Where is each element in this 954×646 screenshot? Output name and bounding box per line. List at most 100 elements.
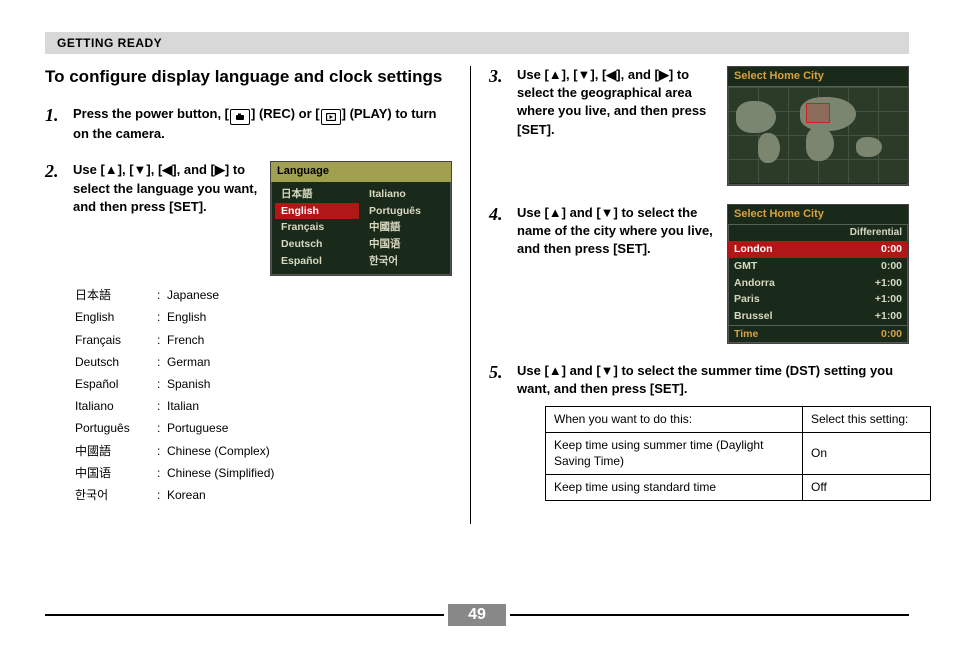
language-english: Korean (167, 484, 206, 506)
world-map-graphic (728, 87, 908, 183)
language-english: French (167, 329, 204, 351)
lcd-city-name: Paris (734, 292, 760, 307)
language-native: Français (75, 329, 157, 351)
step-1: 1. Press the power button, [ ] (REC) or [… (45, 105, 452, 143)
language-native: 中国语 (75, 462, 157, 484)
lcd-map-title: Select Home City (728, 67, 908, 87)
language-native: 한국어 (75, 484, 157, 506)
footer-rule-right (510, 614, 909, 616)
language-native: English (75, 306, 157, 328)
language-row: 한국어: Korean (75, 484, 452, 506)
section-header: GETTING READY (45, 32, 909, 54)
lcd-lang-item: Italiano (363, 186, 447, 203)
lcd-city-name: Brussel (734, 309, 773, 324)
lcd-lang-item: 中国语 (363, 236, 447, 253)
lcd-city-name: GMT (734, 259, 757, 274)
dst-row2-setting: Off (803, 475, 931, 501)
lcd-city-name: Andorra (734, 276, 775, 291)
language-table: 日本語: JapaneseEnglish: EnglishFrançais: F… (73, 284, 452, 506)
lcd-map-screenshot: Select Home City (727, 66, 909, 186)
language-native: Português (75, 417, 157, 439)
language-sep: : (157, 484, 167, 506)
play-icon (321, 109, 341, 125)
lcd-city-offset: +1:00 (875, 276, 902, 291)
lcd-lang-item: Deutsch (275, 236, 359, 253)
step-2-text: Use [▲], [▼], [◀], and [▶] to select the… (73, 161, 260, 216)
language-english: Chinese (Simplified) (167, 462, 274, 484)
step-1-text-b: ] (REC) or [ (251, 106, 320, 121)
language-sep: : (157, 462, 167, 484)
lcd-city-offset: +1:00 (875, 292, 902, 307)
language-english: Italian (167, 395, 199, 417)
lcd-city-title: Select Home City (728, 205, 908, 225)
camera-rec-icon (230, 109, 250, 125)
dst-row1-action: Keep time using summer time (Daylight Sa… (546, 432, 803, 475)
dst-row1-setting: On (803, 432, 931, 475)
language-english: German (167, 351, 210, 373)
lcd-lang-item: Français (275, 219, 359, 236)
dst-row2-action: Keep time using standard time (546, 475, 803, 501)
step-5: 5. Use [▲] and [▼] to select the summer … (489, 362, 909, 502)
step-number: 5. (489, 360, 503, 385)
lcd-city-footer-label: Time (734, 327, 758, 342)
language-row: English: English (75, 306, 452, 328)
lcd-city-offset: 0:00 (881, 242, 902, 257)
right-column: 3. Use [▲], [▼], [◀], and [▶] to select … (489, 66, 909, 524)
lcd-city-row: London 0:00 (728, 241, 908, 258)
language-english: Chinese (Complex) (167, 440, 270, 462)
lcd-lang-item: English (275, 203, 359, 220)
language-row: 中国语: Chinese (Simplified) (75, 462, 452, 484)
footer-rule-left (45, 614, 444, 616)
language-native: 日本語 (75, 284, 157, 306)
language-sep: : (157, 284, 167, 306)
lcd-lang-item: 中國語 (363, 219, 447, 236)
lcd-lang-item: Português (363, 203, 447, 220)
step-3-text: Use [▲], [▼], [◀], and [▶] to select the… (517, 66, 717, 139)
step-3: 3. Use [▲], [▼], [◀], and [▶] to select … (489, 66, 909, 186)
page-number: 49 (448, 604, 506, 626)
language-native: Italiano (75, 395, 157, 417)
language-english: Spanish (167, 373, 210, 395)
lcd-city-offset: +1:00 (875, 309, 902, 324)
language-row: 中國語: Chinese (Complex) (75, 440, 452, 462)
lcd-city-sub: Differential (728, 225, 908, 241)
language-row: Français: French (75, 329, 452, 351)
language-row: Español: Spanish (75, 373, 452, 395)
step-number: 4. (489, 202, 503, 227)
step-1-text-a: Press the power button, [ (73, 106, 229, 121)
lcd-city-row: Paris +1:00 (728, 291, 908, 308)
lcd-city-footer-value: 0:00 (881, 327, 902, 342)
dst-header-setting: Select this setting: (803, 406, 931, 432)
language-native: 中國語 (75, 440, 157, 462)
language-native: Español (75, 373, 157, 395)
lcd-lang-item: Español (275, 253, 359, 270)
step-5-text: Use [▲] and [▼] to select the summer tim… (517, 363, 893, 396)
lcd-language-title: Language (271, 162, 451, 181)
step-4: 4. Use [▲] and [▼] to select the name of… (489, 204, 909, 344)
lcd-city-row: Brussel +1:00 (728, 308, 908, 325)
language-native: Deutsch (75, 351, 157, 373)
language-sep: : (157, 306, 167, 328)
lcd-city-row: Andorra +1:00 (728, 275, 908, 292)
steps-left: 1. Press the power button, [ ] (REC) or [… (45, 105, 452, 506)
lcd-language-screenshot: Language 日本語EnglishFrançaisDeutschEspaño… (270, 161, 452, 276)
page-footer: 49 (45, 604, 909, 626)
language-row: Português: Portuguese (75, 417, 452, 439)
language-sep: : (157, 395, 167, 417)
language-row: Italiano: Italian (75, 395, 452, 417)
lcd-lang-item: 日本語 (275, 186, 359, 203)
steps-right: 3. Use [▲], [▼], [◀], and [▶] to select … (489, 66, 909, 501)
language-sep: : (157, 373, 167, 395)
language-english: English (167, 306, 206, 328)
left-column: To configure display language and clock … (45, 66, 452, 524)
step-4-text: Use [▲] and [▼] to select the name of th… (517, 204, 717, 259)
language-row: 日本語: Japanese (75, 284, 452, 306)
language-sep: : (157, 417, 167, 439)
language-sep: : (157, 329, 167, 351)
language-row: Deutsch: German (75, 351, 452, 373)
column-divider (470, 66, 471, 524)
lcd-lang-item: 한국어 (363, 253, 447, 270)
step-number: 1. (45, 103, 59, 128)
lcd-city-name: London (734, 242, 772, 257)
step-2: 2. Use [▲], [▼], [◀], and [▶] to select … (45, 161, 452, 506)
